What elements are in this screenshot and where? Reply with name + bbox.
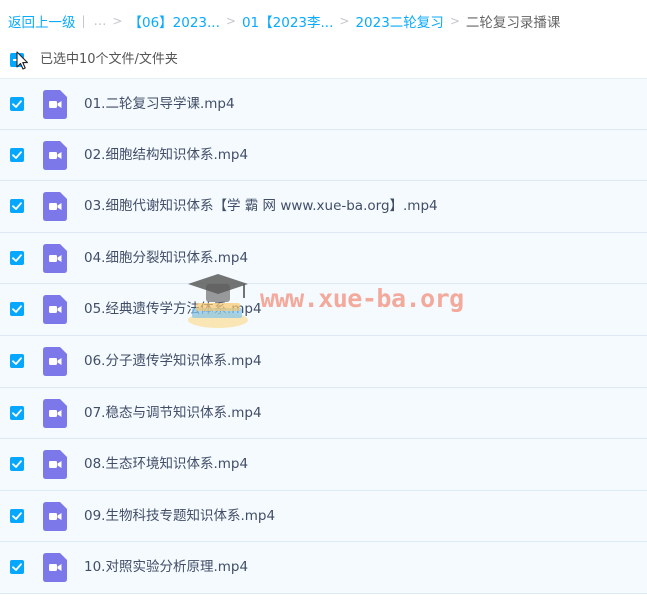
chevron-right-icon: > [225, 14, 236, 28]
video-file-icon [43, 243, 67, 273]
back-link[interactable]: 返回上一级 [8, 11, 76, 31]
breadcrumb: 返回上一级 | ... > 【06】2023... > 01【2023李... … [8, 0, 560, 42]
checkbox-checked-icon[interactable] [10, 457, 24, 472]
video-file-icon [43, 501, 67, 531]
file-name[interactable]: 03.细胞代谢知识体系【学 霸 网 www.xue-ba.org】.mp4 [84, 181, 438, 232]
breadcrumb-separator: | [81, 14, 86, 28]
checkbox-checked-icon[interactable] [10, 405, 24, 420]
file-row[interactable]: 07.稳态与调节知识体系.mp4 [0, 387, 647, 440]
file-name[interactable]: 04.细胞分裂知识体系.mp4 [84, 233, 248, 284]
chevron-right-icon: > [112, 14, 123, 28]
breadcrumb-item-01[interactable]: 01【2023李... [242, 11, 333, 31]
checkbox-checked-icon[interactable] [10, 302, 24, 317]
video-file-icon [43, 90, 67, 119]
breadcrumb-item-review[interactable]: 2023二轮复习 [355, 11, 443, 31]
file-name[interactable]: 06.分子遗传学知识体系.mp4 [84, 336, 262, 387]
video-file-icon [43, 450, 67, 480]
file-row[interactable]: 10.对照实验分析原理.mp4 [0, 542, 647, 594]
file-row[interactable]: 01.二轮复习导学课.mp4 [0, 78, 647, 130]
file-name[interactable]: 07.稳态与调节知识体系.mp4 [84, 388, 262, 439]
selection-bar: 已选中10个文件/文件夹 [0, 42, 647, 78]
video-file-icon [43, 553, 67, 583]
chevron-right-icon: > [339, 14, 350, 28]
checkbox-checked-icon[interactable] [10, 97, 24, 111]
file-row[interactable]: 03.细胞代谢知识体系【学 霸 网 www.xue-ba.org】.mp4 [0, 181, 647, 233]
file-row[interactable]: 08.生态环境知识体系.mp4 [0, 439, 647, 491]
selection-count-label: 已选中10个文件/文件夹 [40, 52, 178, 67]
file-name[interactable]: 05.经典遗传学方法体系.mp4 [84, 284, 262, 335]
breadcrumb-ellipsis[interactable]: ... [94, 13, 107, 29]
breadcrumb-current: 二轮复习录播课 [465, 15, 561, 31]
file-list: 01.二轮复习导学课.mp4 02.细胞结构知识体系.mp4 03.细胞代谢知识体系… [0, 78, 647, 594]
breadcrumb-item-06[interactable]: 【06】2023... [128, 11, 219, 31]
video-file-icon [43, 140, 67, 170]
video-file-icon [43, 192, 67, 222]
file-row[interactable]: 02.细胞结构知识体系.mp4 [0, 129, 647, 182]
file-name[interactable]: 01.二轮复习导学课.mp4 [84, 79, 235, 130]
checkbox-checked-icon[interactable] [10, 147, 24, 162]
video-file-icon [43, 398, 67, 428]
checkbox-checked-icon[interactable] [10, 353, 24, 368]
checkbox-checked-icon[interactable] [10, 250, 24, 265]
mouse-pointer-icon [16, 51, 29, 70]
checkbox-checked-icon[interactable] [10, 560, 24, 575]
file-row[interactable]: 05.经典遗传学方法体系.mp4 [0, 284, 647, 336]
video-file-icon [43, 295, 67, 325]
chevron-right-icon: > [449, 14, 460, 28]
file-row[interactable]: 09.生物科技专题知识体系.mp4 [0, 490, 647, 543]
checkbox-checked-icon[interactable] [10, 508, 24, 523]
file-row[interactable]: 06.分子遗传学知识体系.mp4 [0, 335, 647, 388]
video-file-icon [43, 346, 67, 376]
file-name[interactable]: 09.生物科技专题知识体系.mp4 [84, 491, 275, 542]
file-name[interactable]: 10.对照实验分析原理.mp4 [84, 542, 248, 593]
file-row[interactable]: 04.细胞分裂知识体系.mp4 [0, 232, 647, 285]
checkbox-checked-icon[interactable] [10, 199, 24, 214]
file-name[interactable]: 02.细胞结构知识体系.mp4 [84, 130, 248, 181]
file-name[interactable]: 08.生态环境知识体系.mp4 [84, 439, 248, 490]
